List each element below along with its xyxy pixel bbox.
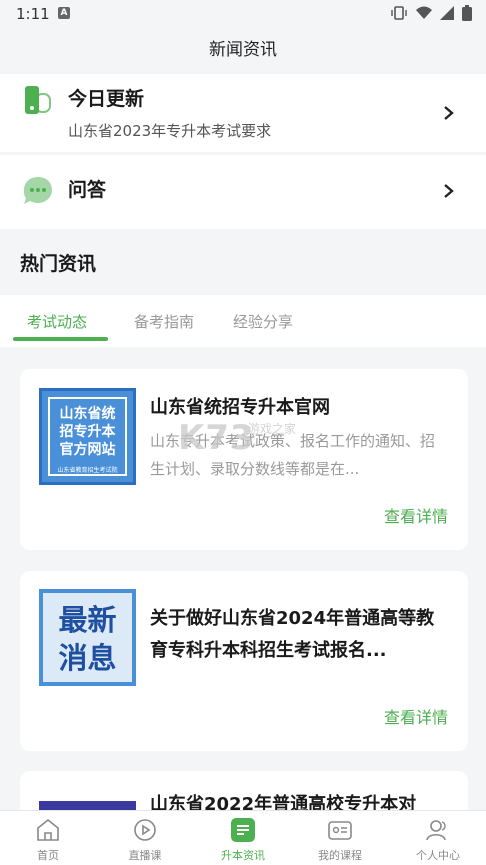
tab-experience[interactable]: 经验分享 <box>233 311 293 332</box>
vibrate-icon <box>391 6 407 20</box>
nav-my-courses[interactable]: 我的课程 <box>300 817 380 863</box>
nav-label: 升本资讯 <box>221 849 265 862</box>
news-thumbnail: 最新 消息 <box>39 589 136 686</box>
view-details-link[interactable]: 查看详情 <box>384 704 448 728</box>
chat-bubble-icon <box>24 177 52 204</box>
today-update-entry[interactable]: 今日更新 山东省2023年专升本考试要求 <box>0 74 486 152</box>
status-bar: 1:11 A <box>0 0 486 28</box>
tab-prep-guide[interactable]: 备考指南 <box>134 311 194 332</box>
wifi-icon <box>416 6 432 19</box>
page-title: 新闻资讯 <box>209 40 277 60</box>
nav-label: 直播课 <box>128 849 162 862</box>
nav-profile[interactable]: 个人中心 <box>398 817 478 863</box>
thumbnail-line: 官方网站 <box>59 442 116 458</box>
tabs-bar: 考试动态 备考指南 经验分享 <box>0 295 486 347</box>
tab-exam-news[interactable]: 考试动态 <box>27 311 87 332</box>
battery-icon <box>462 5 472 21</box>
thumbnail-caption: 山东省教育招生考试院 <box>57 467 118 474</box>
bottom-nav: 首页 直播课 升本资讯 我的课程 个人中心 <box>0 810 486 865</box>
notification-a-icon: A <box>58 7 70 19</box>
signal-icon <box>440 6 454 20</box>
nav-label: 个人中心 <box>416 849 460 862</box>
status-icons <box>390 5 472 21</box>
thumbnail-line: 最新 <box>58 603 117 637</box>
home-icon <box>37 818 59 841</box>
entry-title: 今日更新 <box>68 88 145 110</box>
nav-label: 首页 <box>37 849 59 862</box>
tab-indicator <box>13 337 108 341</box>
thumbnail-line: 消息 <box>58 641 117 675</box>
course-icon <box>328 821 352 840</box>
app-header: 新闻资讯 <box>0 28 486 72</box>
thumbnail-line: 招专升本 <box>59 424 116 440</box>
news-thumbnail: 山东省统 招专升本 官方网站 山东省教育招生考试院 <box>39 388 136 485</box>
chevron-right-icon <box>444 106 454 120</box>
watermark: K73 <box>178 418 255 458</box>
news-card[interactable]: 最新 消息 关于做好山东省2024年普通高等教育专科升本科招生考试报名... 查… <box>20 571 468 751</box>
entry-title: 问答 <box>68 179 107 201</box>
play-icon <box>134 819 156 841</box>
nav-news[interactable]: 升本资讯 <box>203 817 283 863</box>
nav-live[interactable]: 直播课 <box>105 817 185 863</box>
phone-icon <box>25 86 51 114</box>
status-time: 1:11 <box>16 5 50 23</box>
user-icon <box>426 820 446 841</box>
nav-home[interactable]: 首页 <box>8 817 88 863</box>
qa-entry[interactable]: 问答 <box>0 155 486 229</box>
section-title: 热门资讯 <box>20 253 97 275</box>
thumbnail-line: 山东省统 <box>59 406 116 422</box>
chevron-right-icon <box>444 184 454 198</box>
watermark-sub: 游戏之家 <box>248 422 297 436</box>
news-icon <box>231 818 255 842</box>
view-details-link[interactable]: 查看详情 <box>384 503 448 527</box>
entry-subtitle: 山东省2023年专升本考试要求 <box>68 122 272 140</box>
news-card[interactable]: 山东省统 招专升本 官方网站 山东省教育招生考试院 山东省统招专升本官网 山东专… <box>20 369 468 550</box>
news-title: 关于做好山东省2024年普通高等教育专科升本科招生考试报名... <box>150 608 435 661</box>
nav-label: 我的课程 <box>318 849 362 862</box>
